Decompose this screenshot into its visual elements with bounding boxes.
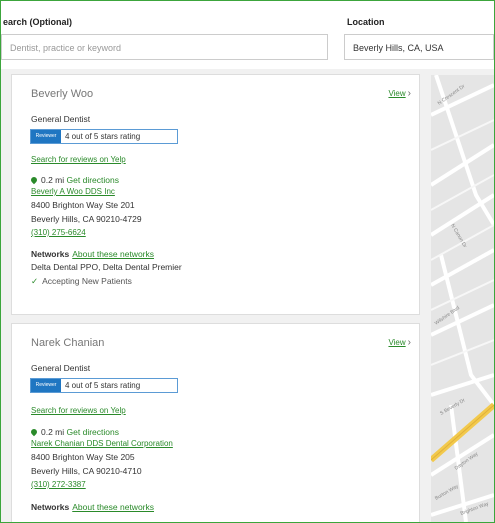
get-directions-link[interactable]: Get directions bbox=[67, 175, 119, 185]
specialty: General Dentist bbox=[31, 114, 91, 124]
result-card: Beverly Woo View › General Dentist Review… bbox=[11, 74, 420, 315]
phone-link[interactable]: (310) 272-3387 bbox=[31, 480, 86, 489]
about-networks-link[interactable]: About these networks bbox=[72, 502, 154, 512]
practice-link[interactable]: Beverly A Woo DDS Inc bbox=[31, 187, 115, 196]
search-reviews-link[interactable]: Search for reviews on Yelp bbox=[31, 406, 126, 415]
keyword-input[interactable]: Dentist, practice or keyword bbox=[1, 34, 328, 60]
rating-badge: Reviewer bbox=[31, 130, 61, 143]
dentist-name[interactable]: Narek Chanian bbox=[31, 337, 104, 349]
networks-label: Networks bbox=[31, 249, 70, 259]
networks-row: Networks About these networks bbox=[31, 249, 154, 259]
distance: 0.2 mi bbox=[41, 175, 65, 185]
map-canvas: N Crescent DrN Canon DrWilshire BlvdS Be… bbox=[431, 75, 494, 522]
networks-label: Networks bbox=[31, 502, 70, 512]
rating-text: 4 out of 5 stars rating bbox=[65, 132, 141, 141]
networks-row: Networks About these networks bbox=[31, 502, 154, 512]
view-label: View bbox=[388, 89, 406, 98]
view-link[interactable]: View › bbox=[388, 88, 411, 99]
rating-badge: Reviewer bbox=[31, 379, 61, 392]
chevron-right-icon: › bbox=[407, 88, 411, 99]
result-card: Narek Chanian View › General Dentist Revi… bbox=[11, 323, 420, 522]
dentist-search-panel: earch (Optional) Location Dentist, pract… bbox=[0, 0, 495, 523]
distance-row: 0.2 mi Get directions bbox=[29, 175, 119, 185]
keyword-label: earch (Optional) bbox=[3, 17, 73, 27]
practice-link[interactable]: Narek Chanian DDS Dental Corporation bbox=[31, 439, 173, 448]
phone-link[interactable]: (310) 275-6624 bbox=[31, 228, 86, 237]
address-line-2: Beverly Hills, CA 90210-4729 bbox=[31, 214, 142, 224]
view-link[interactable]: View › bbox=[388, 337, 411, 348]
location-input[interactable]: Beverly Hills, CA, USA bbox=[344, 34, 494, 60]
distance: 0.2 mi bbox=[41, 427, 65, 437]
accepting-patients: ✓ Accepting New Patients bbox=[31, 276, 132, 287]
rating-widget[interactable]: Reviewer 4 out of 5 stars rating bbox=[30, 378, 178, 393]
address-line-2: Beverly Hills, CA 90210-4710 bbox=[31, 466, 142, 476]
about-networks-link[interactable]: About these networks bbox=[72, 249, 154, 259]
address-line-1: 8400 Brighton Way Ste 205 bbox=[31, 452, 135, 462]
rating-widget[interactable]: Reviewer 4 out of 5 stars rating bbox=[30, 129, 178, 144]
specialty: General Dentist bbox=[31, 363, 91, 373]
address-line-1: 8400 Brighton Way Ste 201 bbox=[31, 200, 135, 210]
networks-value: Delta Dental PPO, Delta Dental Premier bbox=[31, 262, 182, 272]
distance-row: 0.2 mi Get directions bbox=[29, 427, 119, 437]
rating-text: 4 out of 5 stars rating bbox=[65, 381, 141, 390]
map-pin-icon bbox=[29, 427, 39, 437]
get-directions-link[interactable]: Get directions bbox=[67, 427, 119, 437]
search-reviews-link[interactable]: Search for reviews on Yelp bbox=[31, 155, 126, 164]
accepting-text: Accepting New Patients bbox=[42, 276, 132, 286]
map-pin-icon bbox=[29, 175, 39, 185]
search-bar: earch (Optional) Location Dentist, pract… bbox=[1, 1, 494, 69]
dentist-name[interactable]: Beverly Woo bbox=[31, 88, 93, 100]
map-view[interactable]: N Crescent Dr N Canon Dr Wilshire Blvd S Be… bbox=[431, 75, 494, 522]
view-label: View bbox=[388, 338, 406, 347]
location-label: Location bbox=[347, 17, 385, 27]
check-icon: ✓ bbox=[31, 276, 39, 286]
chevron-right-icon: › bbox=[407, 337, 411, 348]
